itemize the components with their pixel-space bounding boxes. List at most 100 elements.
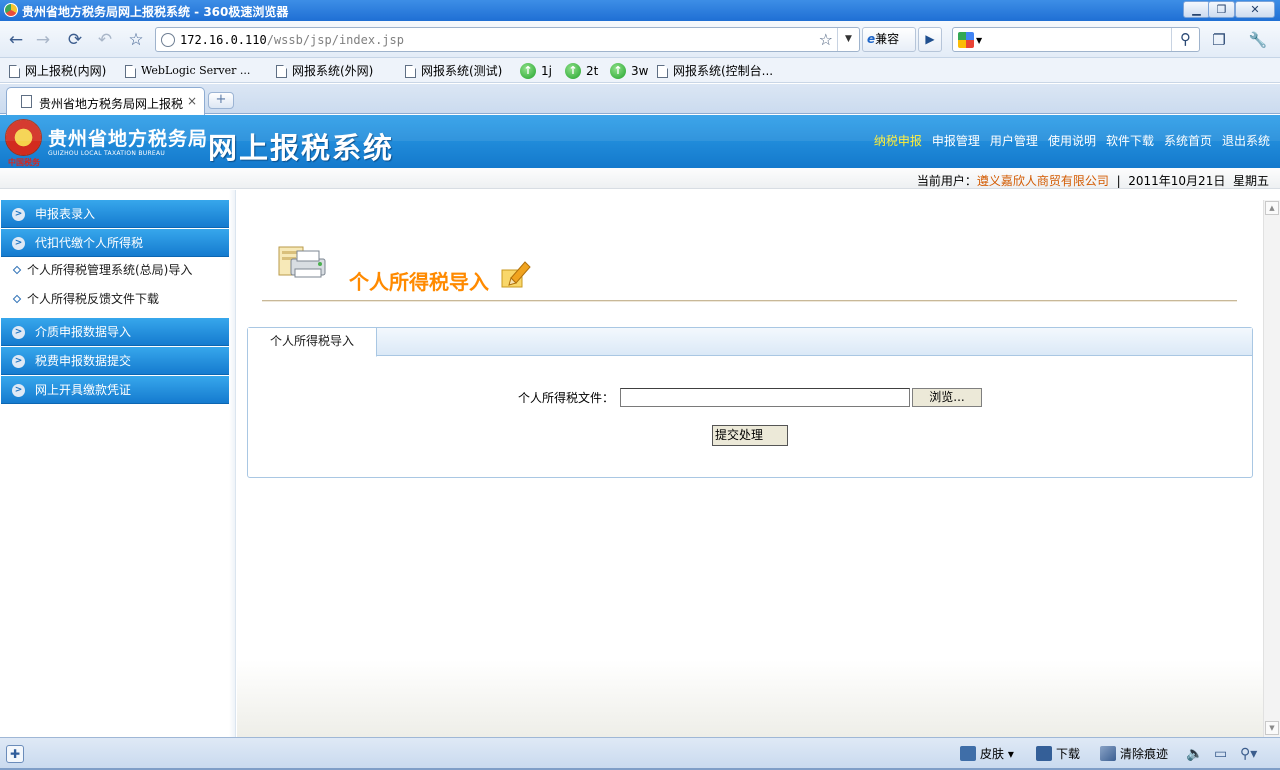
top-nav: 纳税申报 申报管理 用户管理 使用说明 软件下载 系统首页 退出系统 xyxy=(874,132,1270,149)
chevron-right-icon: > xyxy=(12,326,25,339)
search-icon[interactable]: ⚲ xyxy=(1171,28,1199,51)
sidebar-item-declaration-entry[interactable]: > 申报表录入 xyxy=(1,200,229,228)
printer-document-icon xyxy=(278,246,326,278)
submit-button[interactable]: 提交处理 xyxy=(712,425,788,446)
refresh-icon[interactable]: ⟳ xyxy=(64,29,86,51)
display-icon[interactable]: ▭ xyxy=(1214,746,1227,762)
page-icon xyxy=(9,64,20,78)
diamond-bullet-icon xyxy=(12,294,22,304)
nav-usage-guide[interactable]: 使用说明 xyxy=(1048,132,1096,149)
nav-logout[interactable]: 退出系统 xyxy=(1222,132,1270,149)
browser-title-bar: 贵州省地方税务局网上报税系统 - 360极速浏览器 ▁ ❐ ✕ xyxy=(0,0,1280,21)
green-circle-icon: ↑ xyxy=(565,63,581,79)
file-field-label: 个人所得税文件： xyxy=(518,391,615,405)
page-icon xyxy=(21,95,32,108)
skin-icon xyxy=(960,746,976,761)
bookmark-item[interactable]: ↑ 3w xyxy=(610,62,648,80)
scroll-down-icon[interactable]: ▼ xyxy=(1265,721,1279,735)
bookmark-item[interactable]: ↑ 2t xyxy=(565,62,598,80)
speaker-icon[interactable]: 🔈 xyxy=(1186,746,1203,762)
forward-icon[interactable]: → xyxy=(32,29,54,51)
bookmark-item[interactable]: 网报系统(测试) xyxy=(405,62,502,80)
sidebar-item-withholding-tax[interactable]: > 代扣代缴个人所得税 xyxy=(1,229,229,257)
search-box[interactable]: ▼ ⚲ xyxy=(952,27,1200,52)
sidebar-item-media-import[interactable]: > 介质申报数据导入 xyxy=(1,318,229,346)
diamond-bullet-icon xyxy=(12,265,22,275)
chevron-right-icon: > xyxy=(12,355,25,368)
close-window-button[interactable]: ✕ xyxy=(1235,1,1275,18)
browser-tab[interactable]: 贵州省地方税务局网上报税 × xyxy=(6,87,205,115)
favorites-manager-icon[interactable]: ❐ xyxy=(1207,29,1231,51)
skin-button[interactable]: 皮肤 ▾ xyxy=(960,746,1014,762)
search-engine-dropdown-icon[interactable]: ▼ xyxy=(976,36,982,45)
file-path-input[interactable] xyxy=(620,388,910,407)
current-date: 2011年10月21日 xyxy=(1128,174,1226,188)
bookmark-item[interactable]: ↑ 1j xyxy=(520,62,552,80)
import-panel: 个人所得税导入 个人所得税文件： 浏览... 提交处理 xyxy=(247,327,1253,478)
scroll-up-icon[interactable]: ▲ xyxy=(1265,201,1279,215)
browser-logo-icon xyxy=(4,3,18,17)
broom-icon xyxy=(1100,746,1116,761)
compat-label: 兼容 xyxy=(875,32,900,46)
tab-income-tax-import[interactable]: 个人所得税导入 xyxy=(248,328,377,357)
sidebar-subitem-import[interactable]: 个人所得税管理系统(总局)导入 xyxy=(12,256,192,285)
page-icon xyxy=(276,64,287,78)
window-title: 贵州省地方税务局网上报税系统 - 360极速浏览器 xyxy=(22,5,289,19)
org-name: 贵州省地方税务局 xyxy=(48,128,209,150)
address-url[interactable]: 172.16.0.110/wssb/jsp/index.jsp xyxy=(180,33,404,47)
bookmark-item[interactable]: 网报系统(外网) xyxy=(276,62,373,80)
title-divider xyxy=(262,300,1237,302)
pencil-icon xyxy=(501,261,531,288)
nav-declaration-management[interactable]: 申报管理 xyxy=(932,132,980,149)
org-name-english: GUIZHOU LOCAL TAXATION BUREAU xyxy=(48,150,166,157)
restore-button[interactable]: ❐ xyxy=(1208,1,1235,18)
bookmark-item[interactable]: 网报系统(控制台... xyxy=(657,62,773,80)
nav-tax-declaration[interactable]: 纳税申报 xyxy=(874,132,922,149)
browse-button[interactable]: 浏览... xyxy=(912,388,982,407)
bookmark-star-icon[interactable]: ☆ xyxy=(819,30,833,49)
system-name: 网上报税系统 xyxy=(208,131,395,165)
panel-tab-bar: 个人所得税导入 xyxy=(248,328,1252,357)
compat-mode-button[interactable]: e兼容 xyxy=(862,27,916,52)
chevron-right-icon: > xyxy=(12,384,25,397)
site-header: 中国税务 贵州省地方税务局 GUIZHOU LOCAL TAXATION BUR… xyxy=(0,115,1280,168)
sidebar-subitem-feedback-download[interactable]: 个人所得税反馈文件下载 xyxy=(12,285,159,314)
browser-tab-strip: 贵州省地方税务局网上报税 × + xyxy=(0,84,1280,115)
nav-home[interactable]: 系统首页 xyxy=(1164,132,1212,149)
download-icon xyxy=(1036,746,1052,761)
zoom-icon[interactable]: ⚲▾ xyxy=(1240,746,1257,762)
play-icon[interactable]: ▶ xyxy=(918,27,942,52)
nav-software-download[interactable]: 软件下载 xyxy=(1106,132,1154,149)
sidebar-item-payment-voucher[interactable]: > 网上开具缴款凭证 xyxy=(1,376,229,404)
sidebar-item-data-submit[interactable]: > 税费申报数据提交 xyxy=(1,347,229,375)
user-info: 当前用户：遵义嘉欣人商贸有限公司 | 2011年10月21日 星期五 xyxy=(916,174,1269,188)
tax-emblem-icon xyxy=(5,119,42,156)
bookmark-item[interactable]: 网上报税(内网) xyxy=(9,62,106,80)
download-button[interactable]: 下载 xyxy=(1036,746,1080,762)
chevron-right-icon: > xyxy=(12,237,25,250)
minimize-button[interactable]: ▁ xyxy=(1183,1,1210,18)
user-company: 遵义嘉欣人商贸有限公司 xyxy=(976,174,1109,188)
google-icon[interactable] xyxy=(958,32,974,48)
undo-close-icon[interactable]: ↶ xyxy=(94,29,116,51)
bookmark-item[interactable]: WebLogic Server ... xyxy=(125,62,250,80)
extension-puzzle-icon[interactable]: ✚ xyxy=(6,745,24,763)
new-tab-button[interactable]: + xyxy=(208,92,234,109)
tools-wrench-icon[interactable]: 🔧 xyxy=(1243,29,1273,51)
page-scrollbar[interactable]: ▲ ▼ xyxy=(1263,200,1280,737)
nav-user-management[interactable]: 用户管理 xyxy=(990,132,1038,149)
page-icon xyxy=(657,64,668,78)
main-content: 个人所得税导入 个人所得税导入 个人所得税文件： 浏览... 提交处理 xyxy=(237,190,1263,737)
current-weekday: 星期五 xyxy=(1232,174,1269,188)
sidebar: > 申报表录入 > 代扣代缴个人所得税 个人所得税管理系统(总局)导入 个人所得税反… xyxy=(0,190,236,737)
browser-status-bar: ✚ 皮肤 ▾ 下载 清除痕迹 🔈 ▭ ⚲▾ xyxy=(0,737,1280,770)
back-icon[interactable]: ← xyxy=(5,29,27,51)
green-circle-icon: ↑ xyxy=(520,63,536,79)
page-icon xyxy=(405,64,416,78)
tab-close-icon[interactable]: × xyxy=(187,94,197,108)
ie-icon: e xyxy=(867,32,876,46)
address-bar[interactable]: 172.16.0.110/wssb/jsp/index.jsp ☆ ▼ xyxy=(155,27,860,52)
favorite-star-icon[interactable]: ☆ xyxy=(125,29,147,51)
clear-history-button[interactable]: 清除痕迹 xyxy=(1100,746,1168,762)
address-dropdown-icon[interactable]: ▼ xyxy=(837,28,859,51)
